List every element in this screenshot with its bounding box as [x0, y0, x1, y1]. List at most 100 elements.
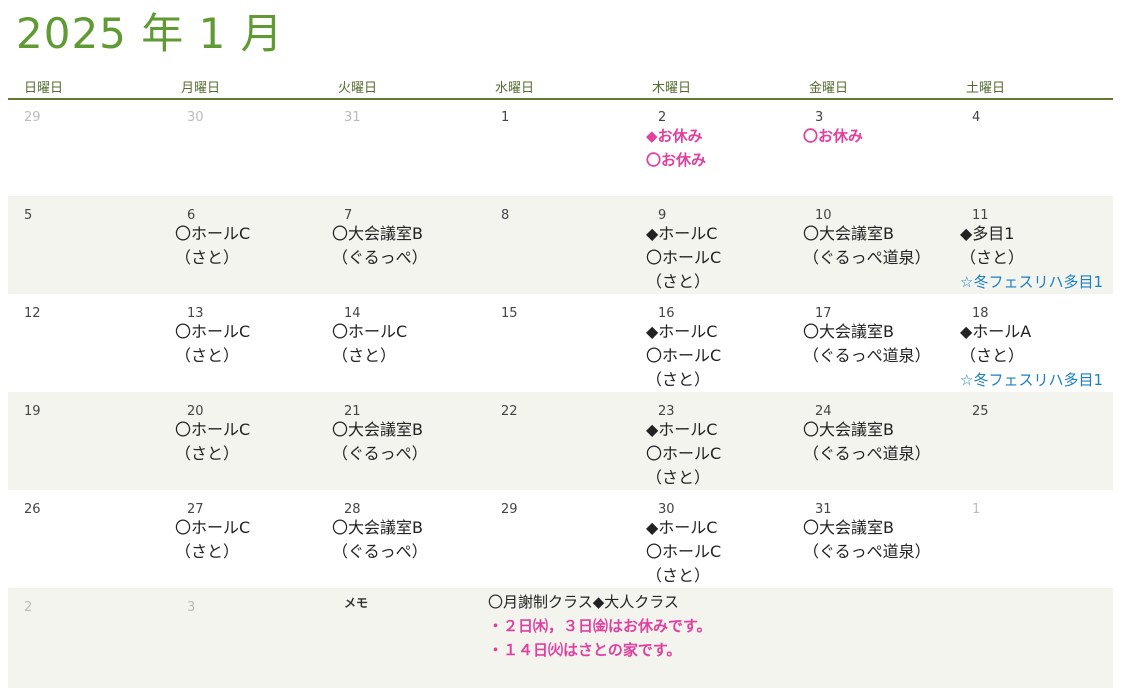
- day-cell[interactable]: 31 〇大会議室B （ぐるっぺ道泉）: [793, 490, 950, 588]
- calendar-event[interactable]: （ぐるっぺ）: [332, 540, 428, 564]
- day-number: 9: [658, 208, 667, 223]
- day-cell[interactable]: 15: [479, 294, 636, 392]
- day-cell[interactable]: 2 ◆お休み 〇お休み: [636, 98, 793, 196]
- day-number: 11: [972, 208, 989, 223]
- day-cell[interactable]: 24 〇大会議室B （ぐるっぺ道泉）: [793, 392, 950, 490]
- calendar-event[interactable]: 〇ホールC: [175, 418, 250, 442]
- calendar-event[interactable]: ☆冬フェスリハ多目1: [960, 270, 1103, 294]
- day-cell[interactable]: 4: [950, 98, 1107, 196]
- week-row: 12 13 〇ホールC （さと） 14 〇ホールC （さと） 15 16 ◆ホールC 〇ホールC （さ…: [8, 294, 1113, 392]
- calendar-event[interactable]: （さと）: [646, 368, 710, 392]
- day-cell[interactable]: 10 〇大会議室B （ぐるっぺ道泉）: [793, 196, 950, 294]
- calendar-event[interactable]: ◆ホールC: [646, 320, 717, 344]
- calendar-event[interactable]: ◆ホールC: [646, 222, 717, 246]
- day-cell[interactable]: 31: [322, 98, 479, 196]
- calendar-event[interactable]: ◆お休み: [646, 124, 703, 148]
- calendar-event[interactable]: （さと）: [175, 540, 239, 564]
- day-number: 1: [972, 502, 981, 517]
- calendar-event[interactable]: 〇大会議室B: [803, 320, 894, 344]
- calendar-event[interactable]: 〇ホールC: [175, 516, 250, 540]
- weekday-label: 火曜日: [338, 81, 378, 96]
- calendar-event[interactable]: ☆冬フェスリハ多目1: [960, 368, 1103, 392]
- day-cell[interactable]: 14 〇ホールC （さと）: [322, 294, 479, 392]
- calendar-event[interactable]: （さと）: [960, 246, 1024, 270]
- calendar-event[interactable]: 〇お休み: [803, 124, 863, 148]
- day-number: 27: [187, 502, 204, 517]
- day-number: 29: [24, 110, 41, 125]
- calendar-event[interactable]: 〇ホールC: [175, 222, 250, 246]
- calendar-event[interactable]: ◆ホールA: [960, 320, 1031, 344]
- day-cell[interactable]: 30: [165, 98, 322, 196]
- day-number: 14: [344, 306, 361, 321]
- calendar-event[interactable]: 〇ホールC: [332, 320, 407, 344]
- calendar-event[interactable]: 〇ホールC: [646, 540, 721, 564]
- calendar-event[interactable]: 〇ホールC: [175, 320, 250, 344]
- calendar-event[interactable]: （さと）: [646, 564, 710, 588]
- calendar-event[interactable]: （さと）: [646, 466, 710, 490]
- day-cell[interactable]: 12: [8, 294, 165, 392]
- day-cell[interactable]: 29: [8, 98, 165, 196]
- day-cell[interactable]: 8: [479, 196, 636, 294]
- day-number: 7: [344, 208, 353, 223]
- calendar-event[interactable]: （さと）: [332, 344, 396, 368]
- calendar-event[interactable]: （ぐるっぺ道泉）: [803, 344, 931, 368]
- calendar-event[interactable]: ◆ホールC: [646, 418, 717, 442]
- day-cell[interactable]: 11 ◆多目1 （さと） ☆冬フェスリハ多目1: [950, 196, 1107, 294]
- calendar-event[interactable]: （さと）: [175, 344, 239, 368]
- day-cell[interactable]: 9 ◆ホールC 〇ホールC （さと）: [636, 196, 793, 294]
- day-cell[interactable]: 29: [479, 490, 636, 588]
- calendar-event[interactable]: 〇お休み: [646, 148, 706, 172]
- day-cell[interactable]: 20 〇ホールC （さと）: [165, 392, 322, 490]
- calendar-event[interactable]: （ぐるっぺ道泉）: [803, 442, 931, 466]
- day-cell[interactable]: 23 ◆ホールC 〇ホールC （さと）: [636, 392, 793, 490]
- calendar-event[interactable]: （さと）: [175, 442, 239, 466]
- day-number: 21: [344, 404, 361, 419]
- day-number: 29: [501, 502, 518, 517]
- day-number: 20: [187, 404, 204, 419]
- day-cell[interactable]: 21 〇大会議室B （ぐるっぺ）: [322, 392, 479, 490]
- day-cell[interactable]: 13 〇ホールC （さと）: [165, 294, 322, 392]
- calendar-event[interactable]: （さと）: [960, 344, 1024, 368]
- day-cell[interactable]: 7 〇大会議室B （ぐるっぺ）: [322, 196, 479, 294]
- calendar-event[interactable]: （さと）: [175, 246, 239, 270]
- day-cell[interactable]: 27 〇ホールC （さと）: [165, 490, 322, 588]
- calendar-event[interactable]: 〇大会議室B: [803, 418, 894, 442]
- calendar-event[interactable]: 〇大会議室B: [332, 222, 423, 246]
- day-cell[interactable]: 3 〇お休み: [793, 98, 950, 196]
- calendar-event[interactable]: （ぐるっぺ）: [332, 246, 428, 270]
- day-cell[interactable]: 1: [479, 98, 636, 196]
- day-number: 15: [501, 306, 518, 321]
- calendar-event[interactable]: 〇大会議室B: [803, 516, 894, 540]
- calendar-event[interactable]: 〇ホールC: [646, 442, 721, 466]
- day-cell[interactable]: 25: [950, 392, 1107, 490]
- day-cell[interactable]: 1: [950, 490, 1107, 588]
- calendar-event[interactable]: ◆多目1: [960, 222, 1015, 246]
- day-number: 4: [972, 110, 981, 125]
- calendar-event[interactable]: 〇ホールC: [646, 344, 721, 368]
- calendar-event[interactable]: （ぐるっぺ道泉）: [803, 246, 931, 270]
- calendar-event[interactable]: 〇大会議室B: [332, 516, 423, 540]
- calendar-event[interactable]: （ぐるっぺ道泉）: [803, 540, 931, 564]
- day-cell[interactable]: 19: [8, 392, 165, 490]
- day-cell[interactable]: 5: [8, 196, 165, 294]
- day-number: 31: [344, 110, 361, 125]
- day-cell[interactable]: 28 〇大会議室B （ぐるっぺ）: [322, 490, 479, 588]
- day-number: 8: [501, 208, 510, 223]
- day-cell[interactable]: 16 ◆ホールC 〇ホールC （さと）: [636, 294, 793, 392]
- calendar-event[interactable]: 〇大会議室B: [332, 418, 423, 442]
- day-cell[interactable]: 26: [8, 490, 165, 588]
- day-number: 2: [658, 110, 667, 125]
- day-cell[interactable]: 18 ◆ホールA （さと） ☆冬フェスリハ多目1: [950, 294, 1107, 392]
- weekday-label: 木曜日: [652, 81, 692, 96]
- day-cell[interactable]: 6 〇ホールC （さと）: [165, 196, 322, 294]
- calendar-event[interactable]: 〇ホールC: [646, 246, 721, 270]
- calendar-event[interactable]: （さと）: [646, 270, 710, 294]
- day-number: 1: [501, 110, 510, 125]
- calendar-event[interactable]: 〇大会議室B: [803, 222, 894, 246]
- calendar-event[interactable]: （ぐるっぺ）: [332, 442, 428, 466]
- day-cell[interactable]: 22: [479, 392, 636, 490]
- day-cell[interactable]: 17 〇大会議室B （ぐるっぺ道泉）: [793, 294, 950, 392]
- day-number: 16: [658, 306, 675, 321]
- calendar-event[interactable]: ◆ホールC: [646, 516, 717, 540]
- day-cell[interactable]: 30 ◆ホールC 〇ホールC （さと）: [636, 490, 793, 588]
